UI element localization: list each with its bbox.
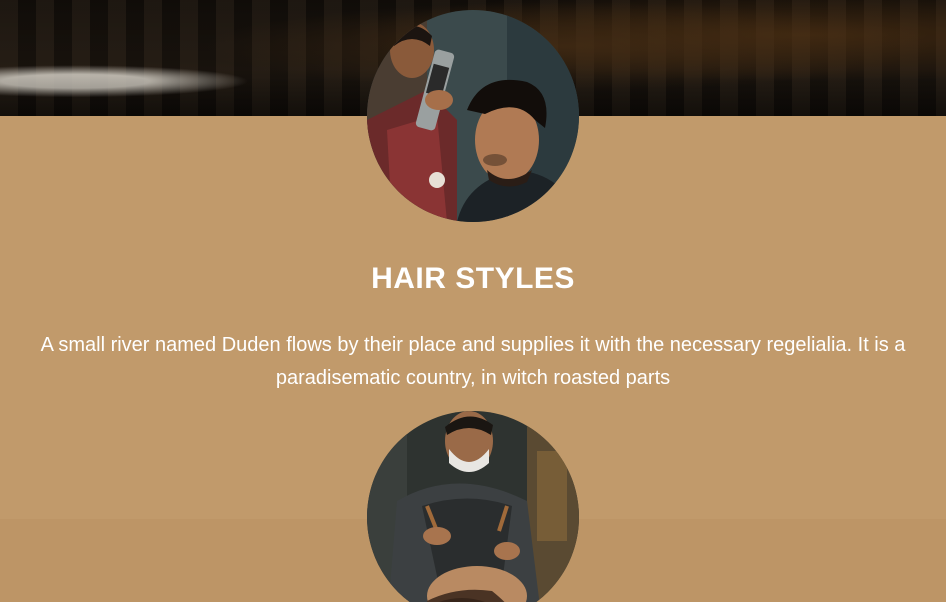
beard-trim-photo xyxy=(367,411,579,602)
service-title: HAIR STYLES xyxy=(371,262,575,295)
service-description: A small river named Duden flows by their… xyxy=(40,334,906,389)
hair-styles-photo xyxy=(367,10,579,222)
page: HAIR STYLES A small river named Duden fl… xyxy=(0,0,946,602)
